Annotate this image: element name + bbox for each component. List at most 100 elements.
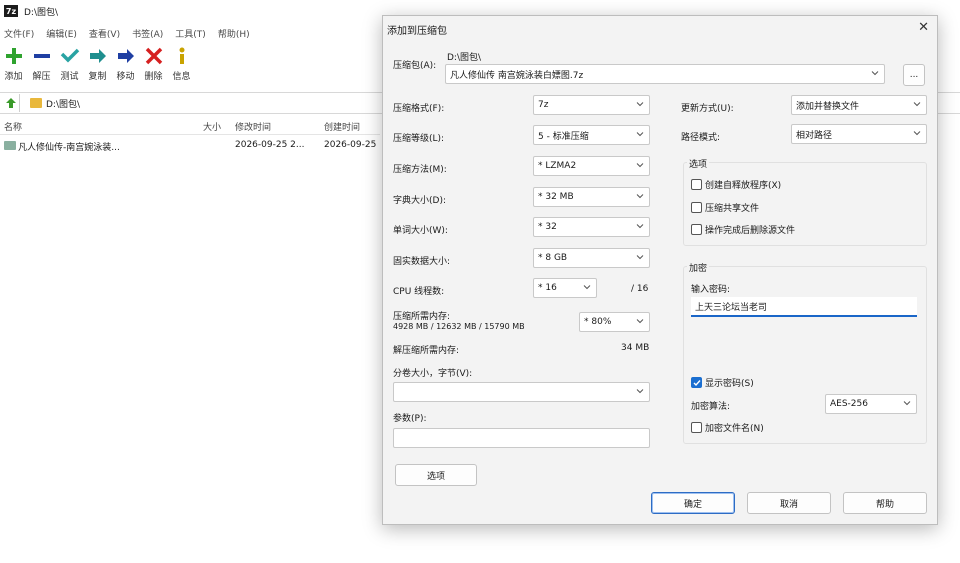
info-button[interactable]: 信息 (168, 44, 195, 86)
copy-button[interactable]: 复制 (84, 44, 111, 86)
threads-select[interactable]: * 16 (533, 278, 597, 298)
move-label: 移动 (116, 72, 135, 82)
archive-name-combo[interactable]: 凡人修仙传 南宫婉泳装白嫖图.7z (445, 64, 885, 84)
folder-icon (30, 98, 42, 108)
archive-dir: D:\图包\ (447, 53, 482, 63)
row-name: 凡人修仙传-南宫婉泳装... (18, 143, 120, 153)
params-input[interactable] (393, 428, 650, 448)
chevron-down-icon (636, 102, 644, 107)
col-modified[interactable]: 修改时间 (235, 120, 271, 133)
format-select[interactable]: 7z (533, 95, 650, 115)
word-label: 单词大小(W): (393, 226, 448, 236)
mem-comp-value: * 80% (584, 317, 612, 327)
chevron-down-icon (636, 319, 644, 324)
checkbox-checked-box (691, 377, 702, 388)
encrypt-names-checkbox[interactable]: 加密文件名(N) (691, 421, 764, 434)
test-button[interactable]: 测试 (56, 44, 83, 86)
level-value: 5 - 标准压缩 (538, 131, 589, 142)
cancel-button[interactable]: 取消 (747, 492, 831, 514)
chevron-down-icon (636, 194, 644, 199)
solid-select[interactable]: * 8 GB (533, 248, 650, 268)
help-button[interactable]: 帮助 (843, 492, 927, 514)
options-group-title: 选项 (687, 157, 710, 170)
enc-method-label: 加密算法: (691, 402, 731, 412)
mem-decomp-value: 34 MB (621, 343, 650, 353)
password-input[interactable] (691, 297, 917, 317)
add-button[interactable]: 添加 (0, 44, 27, 86)
app-icon: 7z (4, 5, 18, 17)
archive-label: 压缩包(A): (393, 61, 437, 71)
menu-edit[interactable]: 编辑(E) (46, 27, 77, 40)
col-size[interactable]: 大小 (203, 120, 221, 133)
threads-value: * 16 (538, 283, 557, 293)
enc-method-select[interactable]: AES-256 (825, 394, 917, 414)
sfx-checkbox[interactable]: 创建自释放程序(X) (691, 178, 781, 191)
menu-bookmarks[interactable]: 书签(A) (132, 27, 163, 40)
address-path[interactable]: D:\图包\ (46, 97, 80, 110)
enc-method-value: AES-256 (830, 399, 868, 409)
file-list-header: 名称 大小 修改时间 创建时间 (0, 117, 380, 135)
menu-help[interactable]: 帮助(H) (218, 27, 250, 40)
update-select[interactable]: 添加并替换文件 (791, 95, 927, 115)
test-label: 测试 (60, 72, 79, 82)
format-label: 压缩格式(F): (393, 104, 445, 114)
show-password-checkbox[interactable]: 显示密码(S) (691, 376, 754, 389)
split-select[interactable] (393, 382, 650, 402)
row-created: 2026-09-25 (324, 140, 377, 150)
menu-file[interactable]: 文件(F) (4, 27, 34, 40)
mem-comp-label: 压缩所需内存: (393, 312, 451, 322)
sfx-label: 创建自释放程序(X) (705, 181, 782, 191)
threads-label: CPU 线程数: (393, 287, 445, 297)
up-folder-button[interactable] (2, 94, 20, 112)
chevron-down-icon (871, 71, 879, 76)
delete-button[interactable]: 删除 (140, 44, 167, 86)
solid-value: * 8 GB (538, 253, 568, 263)
menu-tools[interactable]: 工具(T) (175, 27, 206, 40)
menu-view[interactable]: 查看(V) (89, 27, 120, 40)
dict-value: * 32 MB (538, 192, 574, 202)
chevron-down-icon (903, 401, 911, 406)
col-created[interactable]: 创建时间 (324, 120, 360, 133)
params-label: 参数(P): (393, 414, 427, 424)
info-icon (179, 47, 184, 64)
col-name[interactable]: 名称 (4, 120, 22, 133)
dict-select[interactable]: * 32 MB (533, 187, 650, 207)
chevron-down-icon (913, 102, 921, 107)
copy-label: 复制 (88, 72, 107, 82)
delete-after-checkbox[interactable]: 操作完成后删除源文件 (691, 223, 795, 236)
mem-decomp-label: 解压缩所需内存: (393, 346, 460, 356)
path-mode-value: 相对路径 (796, 130, 833, 141)
encryption-group-title: 加密 (687, 261, 710, 274)
move-button[interactable]: 移动 (112, 44, 139, 86)
update-value: 添加并替换文件 (796, 101, 860, 112)
encrypt-names-label: 加密文件名(N) (705, 424, 764, 434)
chevron-down-icon (636, 163, 644, 168)
move-arrow-icon (117, 49, 134, 63)
chevron-down-icon (636, 132, 644, 137)
checkbox-box (691, 422, 702, 433)
path-mode-select[interactable]: 相对路径 (791, 124, 927, 144)
browse-button[interactable]: ... (903, 64, 925, 86)
chevron-down-icon (636, 224, 644, 229)
extract-label: 解压 (32, 72, 51, 82)
menu-bar: 文件(F) 编辑(E) 查看(V) 书签(A) 工具(T) 帮助(H) (0, 24, 258, 42)
level-select[interactable]: 5 - 标准压缩 (533, 125, 650, 145)
close-icon[interactable]: ✕ (918, 20, 929, 35)
delete-after-label: 操作完成后删除源文件 (705, 226, 796, 236)
method-value: * LZMA2 (538, 161, 577, 171)
ok-button[interactable]: 确定 (651, 492, 735, 514)
word-value: * 32 (538, 222, 557, 232)
dialog-title: 添加到压缩包 (387, 26, 447, 37)
folder-icon (4, 141, 16, 150)
add-to-archive-dialog: 添加到压缩包 ✕ 压缩包(A): D:\图包\ 凡人修仙传 南宫婉泳装白嫖图.7… (382, 15, 938, 525)
options-button[interactable]: 选项 (395, 464, 477, 486)
method-select[interactable]: * LZMA2 (533, 156, 650, 176)
password-label: 输入密码: (691, 285, 731, 295)
mem-comp-select[interactable]: * 80% (579, 312, 650, 332)
shared-checkbox[interactable]: 压缩共享文件 (691, 201, 759, 214)
extract-button[interactable]: 解压 (28, 44, 55, 86)
table-row[interactable]: 凡人修仙传-南宫婉泳装... 2026-09-25 2... 2026-09-2… (0, 138, 380, 154)
row-modified: 2026-09-25 2... (235, 140, 305, 150)
delete-label: 删除 (144, 72, 163, 82)
word-select[interactable]: * 32 (533, 217, 650, 237)
